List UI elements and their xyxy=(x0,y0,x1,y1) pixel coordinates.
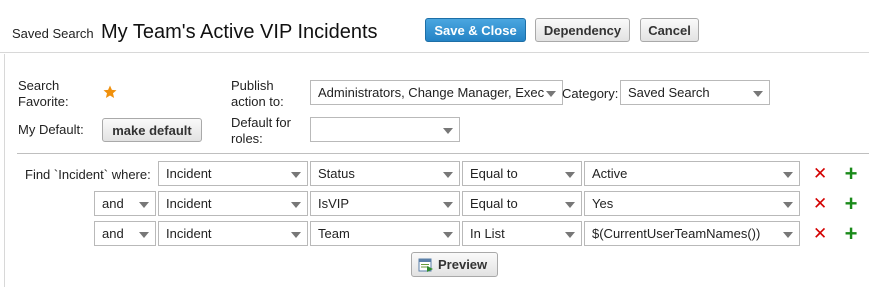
publish-action-select[interactable]: Administrators, Change Manager, Exec xyxy=(310,80,563,105)
cancel-button[interactable]: Cancel xyxy=(640,18,699,42)
criteria-operator-select[interactable]: In List xyxy=(462,221,582,246)
preview-icon xyxy=(418,258,433,272)
criteria-object-select[interactable]: Incident xyxy=(158,161,308,186)
plus-icon[interactable]: + xyxy=(843,223,859,245)
my-default-label: My Default: xyxy=(18,122,84,137)
criteria-field-value: IsVIP xyxy=(318,196,350,211)
chevron-down-icon xyxy=(565,172,575,178)
star-icon[interactable] xyxy=(103,85,117,99)
chevron-down-icon xyxy=(139,202,149,208)
search-favorite-label: Search Favorite: xyxy=(18,78,69,109)
criteria-value-value: Active xyxy=(592,166,628,181)
dependency-button[interactable]: Dependency xyxy=(535,18,630,42)
chevron-down-icon xyxy=(291,232,301,238)
criteria-object-select[interactable]: Incident xyxy=(158,191,308,216)
header-bar: Saved Search My Team's Active VIP Incide… xyxy=(0,0,869,53)
chevron-down-icon xyxy=(565,202,575,208)
criteria-object-value: Incident xyxy=(166,166,212,181)
criteria-object-select[interactable]: Incident xyxy=(158,221,308,246)
criteria-operator-value: In List xyxy=(470,226,505,241)
preview-label: Preview xyxy=(438,257,488,272)
criteria-operator-value: Equal to xyxy=(470,196,518,211)
criteria-operator-value: Equal to xyxy=(470,166,518,181)
criteria-field-select[interactable]: Team xyxy=(310,221,460,246)
chevron-down-icon xyxy=(783,172,793,178)
criteria-connector-value: and xyxy=(102,196,124,211)
header-label: Saved Search xyxy=(12,26,94,41)
criteria-value-select[interactable]: Active xyxy=(584,161,800,186)
find-where-label: Find `Incident` where: xyxy=(25,167,151,182)
x-icon[interactable]: ✕ xyxy=(813,225,827,242)
chevron-down-icon xyxy=(139,232,149,238)
chevron-down-icon xyxy=(291,202,301,208)
make-default-button[interactable]: make default xyxy=(102,118,202,142)
chevron-down-icon xyxy=(443,232,453,238)
x-icon[interactable]: ✕ xyxy=(813,195,827,212)
section-divider xyxy=(17,153,869,154)
chevron-down-icon xyxy=(443,172,453,178)
criteria-object-value: Incident xyxy=(166,196,212,211)
criteria-value-value: $(CurrentUserTeamNames()) xyxy=(592,226,761,241)
criteria-field-select[interactable]: Status xyxy=(310,161,460,186)
x-icon[interactable]: ✕ xyxy=(813,165,827,182)
chevron-down-icon xyxy=(753,91,763,97)
criteria-value-value: Yes xyxy=(592,196,614,211)
preview-button[interactable]: Preview xyxy=(411,252,498,277)
criteria-operator-select[interactable]: Equal to xyxy=(462,161,582,186)
chevron-down-icon xyxy=(546,91,556,97)
chevron-down-icon xyxy=(783,202,793,208)
chevron-down-icon xyxy=(443,202,453,208)
default-roles-label: Default for roles: xyxy=(231,115,291,146)
plus-icon[interactable]: + xyxy=(843,193,859,215)
criteria-operator-select[interactable]: Equal to xyxy=(462,191,582,216)
category-label: Category: xyxy=(562,86,619,101)
save-close-button[interactable]: Save & Close xyxy=(425,18,526,42)
chevron-down-icon xyxy=(783,232,793,238)
chevron-down-icon xyxy=(291,172,301,178)
criteria-connector-select[interactable]: and xyxy=(94,191,156,216)
criteria-value-select[interactable]: $(CurrentUserTeamNames()) xyxy=(584,221,800,246)
chevron-down-icon xyxy=(443,128,453,134)
criteria-connector-select[interactable]: and xyxy=(94,221,156,246)
category-select[interactable]: Saved Search xyxy=(620,80,770,105)
criteria-field-value: Team xyxy=(318,226,350,241)
publish-action-value: Administrators, Change Manager, Exec xyxy=(318,85,545,100)
default-roles-select[interactable] xyxy=(310,117,460,142)
plus-icon[interactable]: + xyxy=(843,163,859,185)
criteria-field-select[interactable]: IsVIP xyxy=(310,191,460,216)
criteria-connector-value: and xyxy=(102,226,124,241)
chevron-down-icon xyxy=(565,232,575,238)
publish-action-label: Publish action to: xyxy=(231,78,284,109)
criteria-value-select[interactable]: Yes xyxy=(584,191,800,216)
criteria-field-value: Status xyxy=(318,166,355,181)
category-value: Saved Search xyxy=(628,85,710,100)
page-title: My Team's Active VIP Incidents xyxy=(101,21,378,43)
search-form-panel: Search Favorite: Publish action to: Admi… xyxy=(4,54,869,287)
criteria-object-value: Incident xyxy=(166,226,212,241)
